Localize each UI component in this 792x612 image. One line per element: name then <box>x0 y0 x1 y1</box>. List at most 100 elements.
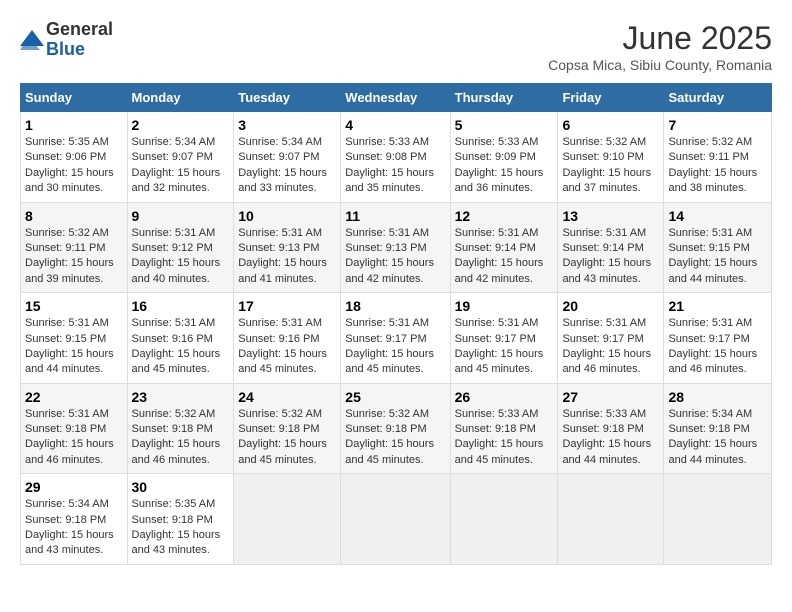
day-info: Sunrise: 5:31 AM Sunset: 9:16 PM Dayligh… <box>238 316 336 378</box>
day-info: Sunrise: 5:34 AM Sunset: 9:18 PM Dayligh… <box>25 497 123 559</box>
table-row: 15 Sunrise: 5:31 AM Sunset: 9:15 PM Dayli… <box>21 293 128 384</box>
logo: General Blue <box>20 20 113 60</box>
day-number: 20 <box>562 298 659 314</box>
day-number: 26 <box>455 389 554 405</box>
day-number: 25 <box>345 389 445 405</box>
logo-text: General Blue <box>46 20 113 60</box>
day-info: Sunrise: 5:31 AM Sunset: 9:17 PM Dayligh… <box>668 316 767 378</box>
day-info: Sunrise: 5:33 AM Sunset: 9:09 PM Dayligh… <box>455 135 554 197</box>
table-row <box>450 474 558 565</box>
table-row: 26 Sunrise: 5:33 AM Sunset: 9:18 PM Dayli… <box>450 383 558 474</box>
header-monday: Monday <box>127 84 234 112</box>
day-info: Sunrise: 5:31 AM Sunset: 9:14 PM Dayligh… <box>562 226 659 288</box>
day-number: 28 <box>668 389 767 405</box>
day-info: Sunrise: 5:31 AM Sunset: 9:17 PM Dayligh… <box>345 316 445 378</box>
table-row <box>341 474 450 565</box>
month-title: June 2025 <box>548 20 772 57</box>
table-row: 24 Sunrise: 5:32 AM Sunset: 9:18 PM Dayli… <box>234 383 341 474</box>
table-row: 5 Sunrise: 5:33 AM Sunset: 9:09 PM Daylig… <box>450 112 558 203</box>
day-number: 13 <box>562 208 659 224</box>
day-number: 12 <box>455 208 554 224</box>
day-number: 17 <box>238 298 336 314</box>
day-info: Sunrise: 5:31 AM Sunset: 9:14 PM Dayligh… <box>455 226 554 288</box>
table-row: 12 Sunrise: 5:31 AM Sunset: 9:14 PM Dayli… <box>450 202 558 293</box>
day-info: Sunrise: 5:33 AM Sunset: 9:18 PM Dayligh… <box>562 407 659 469</box>
day-number: 4 <box>345 117 445 133</box>
table-row: 28Sunrise: 5:34 AM Sunset: 9:18 PM Dayli… <box>664 383 772 474</box>
calendar-week-row: 29Sunrise: 5:34 AM Sunset: 9:18 PM Dayli… <box>21 474 772 565</box>
day-number: 5 <box>455 117 554 133</box>
table-row: 10 Sunrise: 5:31 AM Sunset: 9:13 PM Dayli… <box>234 202 341 293</box>
header-tuesday: Tuesday <box>234 84 341 112</box>
day-number: 15 <box>25 298 123 314</box>
calendar-week-row: 1 Sunrise: 5:35 AM Sunset: 9:06 PM Daylig… <box>21 112 772 203</box>
header-sunday: Sunday <box>21 84 128 112</box>
table-row: 19 Sunrise: 5:31 AM Sunset: 9:17 PM Dayli… <box>450 293 558 384</box>
table-row: 14Sunrise: 5:31 AM Sunset: 9:15 PM Dayli… <box>664 202 772 293</box>
day-info: Sunrise: 5:32 AM Sunset: 9:11 PM Dayligh… <box>25 226 123 288</box>
table-row: 17 Sunrise: 5:31 AM Sunset: 9:16 PM Dayli… <box>234 293 341 384</box>
day-info: Sunrise: 5:31 AM Sunset: 9:13 PM Dayligh… <box>345 226 445 288</box>
table-row: 7Sunrise: 5:32 AM Sunset: 9:11 PM Daylig… <box>664 112 772 203</box>
day-number: 8 <box>25 208 123 224</box>
day-number: 1 <box>25 117 123 133</box>
logo-general: General <box>46 19 113 39</box>
day-number: 23 <box>132 389 230 405</box>
table-row: 18 Sunrise: 5:31 AM Sunset: 9:17 PM Dayli… <box>341 293 450 384</box>
day-number: 11 <box>345 208 445 224</box>
day-number: 18 <box>345 298 445 314</box>
table-row: 16Sunrise: 5:31 AM Sunset: 9:16 PM Dayli… <box>127 293 234 384</box>
day-info: Sunrise: 5:31 AM Sunset: 9:15 PM Dayligh… <box>25 316 123 378</box>
header-wednesday: Wednesday <box>341 84 450 112</box>
day-number: 6 <box>562 117 659 133</box>
header-friday: Friday <box>558 84 664 112</box>
day-info: Sunrise: 5:34 AM Sunset: 9:07 PM Dayligh… <box>238 135 336 197</box>
table-row: 3 Sunrise: 5:34 AM Sunset: 9:07 PM Daylig… <box>234 112 341 203</box>
day-info: Sunrise: 5:32 AM Sunset: 9:18 PM Dayligh… <box>132 407 230 469</box>
day-number: 24 <box>238 389 336 405</box>
day-info: Sunrise: 5:35 AM Sunset: 9:06 PM Dayligh… <box>25 135 123 197</box>
day-number: 21 <box>668 298 767 314</box>
table-row: 4 Sunrise: 5:33 AM Sunset: 9:08 PM Daylig… <box>341 112 450 203</box>
title-block: June 2025 Copsa Mica, Sibiu County, Roma… <box>548 20 772 73</box>
day-number: 2 <box>132 117 230 133</box>
day-info: Sunrise: 5:31 AM Sunset: 9:16 PM Dayligh… <box>132 316 230 378</box>
table-row: 8 Sunrise: 5:32 AM Sunset: 9:11 PM Daylig… <box>21 202 128 293</box>
day-info: Sunrise: 5:31 AM Sunset: 9:17 PM Dayligh… <box>455 316 554 378</box>
table-row <box>664 474 772 565</box>
table-row: 30Sunrise: 5:35 AM Sunset: 9:18 PM Dayli… <box>127 474 234 565</box>
day-info: Sunrise: 5:31 AM Sunset: 9:13 PM Dayligh… <box>238 226 336 288</box>
table-row: 6Sunrise: 5:32 AM Sunset: 9:10 PM Daylig… <box>558 112 664 203</box>
logo-blue: Blue <box>46 39 85 59</box>
table-row: 9 Sunrise: 5:31 AM Sunset: 9:12 PM Daylig… <box>127 202 234 293</box>
header-thursday: Thursday <box>450 84 558 112</box>
day-info: Sunrise: 5:35 AM Sunset: 9:18 PM Dayligh… <box>132 497 230 559</box>
day-info: Sunrise: 5:31 AM Sunset: 9:18 PM Dayligh… <box>25 407 123 469</box>
day-number: 19 <box>455 298 554 314</box>
day-info: Sunrise: 5:34 AM Sunset: 9:07 PM Dayligh… <box>132 135 230 197</box>
table-row: 1 Sunrise: 5:35 AM Sunset: 9:06 PM Daylig… <box>21 112 128 203</box>
calendar-week-row: 8 Sunrise: 5:32 AM Sunset: 9:11 PM Daylig… <box>21 202 772 293</box>
table-row: 21 Sunrise: 5:31 AM Sunset: 9:17 PM Dayli… <box>664 293 772 384</box>
header-saturday: Saturday <box>664 84 772 112</box>
day-number: 9 <box>132 208 230 224</box>
table-row: 13 Sunrise: 5:31 AM Sunset: 9:14 PM Dayli… <box>558 202 664 293</box>
day-info: Sunrise: 5:31 AM Sunset: 9:17 PM Dayligh… <box>562 316 659 378</box>
day-info: Sunrise: 5:33 AM Sunset: 9:18 PM Dayligh… <box>455 407 554 469</box>
day-number: 22 <box>25 389 123 405</box>
weekday-header-row: Sunday Monday Tuesday Wednesday Thursday… <box>21 84 772 112</box>
table-row: 20 Sunrise: 5:31 AM Sunset: 9:17 PM Dayli… <box>558 293 664 384</box>
table-row: 11 Sunrise: 5:31 AM Sunset: 9:13 PM Dayli… <box>341 202 450 293</box>
day-info: Sunrise: 5:31 AM Sunset: 9:12 PM Dayligh… <box>132 226 230 288</box>
table-row <box>234 474 341 565</box>
day-info: Sunrise: 5:32 AM Sunset: 9:18 PM Dayligh… <box>238 407 336 469</box>
day-number: 3 <box>238 117 336 133</box>
table-row <box>558 474 664 565</box>
day-info: Sunrise: 5:31 AM Sunset: 9:15 PM Dayligh… <box>668 226 767 288</box>
table-row: 23 Sunrise: 5:32 AM Sunset: 9:18 PM Dayli… <box>127 383 234 474</box>
table-row: 2 Sunrise: 5:34 AM Sunset: 9:07 PM Daylig… <box>127 112 234 203</box>
day-number: 7 <box>668 117 767 133</box>
day-info: Sunrise: 5:33 AM Sunset: 9:08 PM Dayligh… <box>345 135 445 197</box>
day-number: 10 <box>238 208 336 224</box>
calendar-week-row: 15 Sunrise: 5:31 AM Sunset: 9:15 PM Dayli… <box>21 293 772 384</box>
